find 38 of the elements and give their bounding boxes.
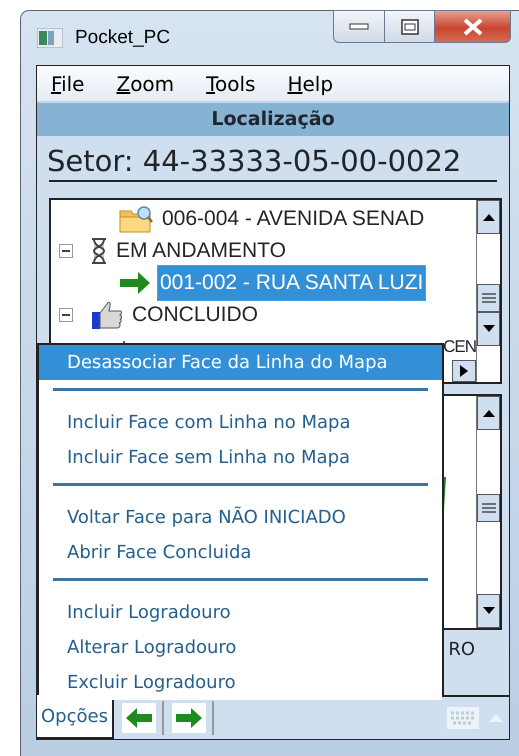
panel-label: RO bbox=[448, 639, 475, 660]
tree-item[interactable]: 001-002 - RUA SANTA LUZI bbox=[157, 265, 426, 301]
scroll-thumb[interactable] bbox=[477, 494, 500, 522]
minimize-icon bbox=[349, 22, 369, 30]
scroll-up-button[interactable] bbox=[477, 396, 500, 430]
close-button[interactable] bbox=[435, 10, 511, 43]
menu-item[interactable]: Zoom bbox=[114, 68, 186, 98]
maximize-button[interactable] bbox=[385, 10, 435, 43]
collapse-icon[interactable] bbox=[59, 244, 73, 258]
up-triangle-icon bbox=[482, 213, 494, 221]
forward-button[interactable] bbox=[172, 703, 206, 733]
arrow-icon bbox=[119, 270, 151, 296]
down-triangle-icon bbox=[482, 325, 494, 333]
window-title: Pocket_PC bbox=[75, 26, 170, 50]
right-triangle-icon bbox=[460, 365, 468, 377]
scroll-up-button[interactable] bbox=[477, 200, 500, 234]
up-triangle-icon bbox=[482, 409, 494, 417]
menu-item[interactable]: Tools bbox=[204, 68, 268, 98]
down-triangle-icon bbox=[482, 607, 494, 615]
hourglass-icon bbox=[91, 238, 107, 264]
sector-label: Setor: 44-33333-05-00-0022 bbox=[47, 144, 462, 178]
collapse-icon[interactable] bbox=[59, 308, 73, 322]
menu-item[interactable]: File bbox=[49, 68, 96, 98]
minimize-button[interactable] bbox=[333, 10, 385, 43]
screen-title: Localização bbox=[37, 103, 509, 136]
thumbs-up-icon bbox=[91, 300, 123, 330]
app-icon bbox=[37, 28, 63, 48]
scroll-down-button[interactable] bbox=[477, 594, 500, 628]
menu-item[interactable]: Desassociar Face da Linha do Mapa bbox=[39, 345, 442, 380]
folder-icon bbox=[119, 205, 153, 233]
back-button[interactable] bbox=[122, 703, 156, 733]
close-icon bbox=[462, 18, 484, 36]
maximize-icon bbox=[400, 18, 418, 34]
tree-item[interactable]: CEN bbox=[443, 333, 476, 361]
scroll-down-button[interactable] bbox=[477, 312, 500, 346]
scroll-right-button[interactable] bbox=[452, 360, 476, 382]
menu-item[interactable]: Help bbox=[285, 68, 346, 98]
scroll-thumb[interactable] bbox=[477, 284, 500, 312]
